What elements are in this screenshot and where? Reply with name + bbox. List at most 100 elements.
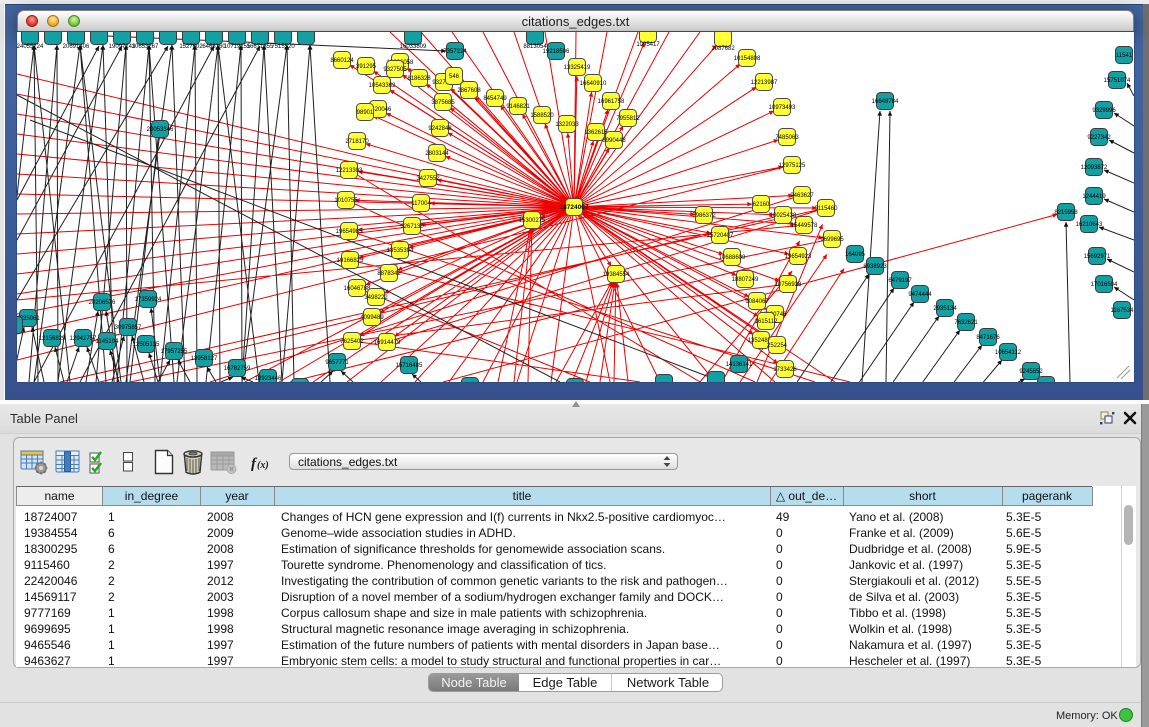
svg-text:16961758: 16961758 xyxy=(598,99,625,105)
svg-text:9657771: 9657771 xyxy=(325,360,349,366)
svg-text:9242848: 9242848 xyxy=(428,126,452,132)
svg-text:1588520: 1588520 xyxy=(530,113,554,119)
svg-text:10543362: 10543362 xyxy=(369,83,396,89)
svg-text:9084067: 9084067 xyxy=(745,299,769,305)
svg-text:10025438: 10025438 xyxy=(770,213,797,219)
svg-text:16782759: 16782759 xyxy=(224,366,251,372)
svg-text:8878342: 8878342 xyxy=(377,271,401,277)
svg-text:(x): (x) xyxy=(257,460,269,471)
svg-text:117004: 117004 xyxy=(411,201,431,207)
svg-text:1167534: 1167534 xyxy=(1111,308,1134,314)
svg-text:2935134: 2935134 xyxy=(933,306,957,312)
svg-text:7625402: 7625402 xyxy=(340,339,364,345)
svg-text:16648784: 16648784 xyxy=(872,99,899,105)
svg-text:12942757: 12942757 xyxy=(70,336,97,342)
svg-text:13325419: 13325419 xyxy=(564,65,591,71)
svg-text:10756928: 10756928 xyxy=(775,282,802,288)
svg-text:12923446: 12923446 xyxy=(255,376,282,382)
svg-text:9329996: 9329996 xyxy=(1092,108,1116,114)
svg-text:18724007: 18724007 xyxy=(560,204,589,211)
svg-text:15449578: 15449578 xyxy=(791,223,818,229)
svg-text:7515520: 7515520 xyxy=(271,44,295,50)
svg-text:11541: 11541 xyxy=(1116,53,1133,59)
svg-text:17016504: 17016504 xyxy=(1091,282,1118,288)
svg-text:6479197: 6479197 xyxy=(888,278,912,284)
svg-text:12975125: 12975125 xyxy=(779,163,806,169)
svg-text:19218506: 19218506 xyxy=(543,49,570,55)
svg-text:10154808: 10154808 xyxy=(734,56,761,62)
svg-text:16210643: 16210643 xyxy=(1076,222,1103,228)
svg-text:8454749: 8454749 xyxy=(483,96,507,102)
svg-text:16640910: 16640910 xyxy=(580,81,607,87)
svg-text:62160: 62160 xyxy=(753,202,770,208)
svg-text:2867608: 2867608 xyxy=(457,88,481,94)
svg-text:9699695: 9699695 xyxy=(820,237,844,243)
svg-text:1362615: 1362615 xyxy=(584,130,608,136)
svg-text:20206576: 20206576 xyxy=(89,300,116,306)
svg-text:2087682: 2087682 xyxy=(711,46,735,52)
svg-text:9463627: 9463627 xyxy=(790,193,814,199)
svg-text:1322033: 1322033 xyxy=(555,122,579,128)
svg-text:1733426: 1733426 xyxy=(773,367,797,373)
svg-text:3427552: 3427552 xyxy=(416,176,440,182)
svg-text:8990448: 8990448 xyxy=(602,138,626,144)
svg-text:8938923: 8938923 xyxy=(863,264,887,270)
svg-text:12505135: 12505135 xyxy=(133,342,160,348)
svg-text:4099489: 4099489 xyxy=(360,315,384,321)
svg-text:9146821: 9146821 xyxy=(506,104,530,110)
svg-text:12213303: 12213303 xyxy=(336,168,363,174)
svg-text:20053346: 20053346 xyxy=(147,127,174,133)
svg-text:10688609: 10688609 xyxy=(719,255,746,261)
svg-text:3498222: 3498222 xyxy=(364,295,388,301)
svg-text:15692971: 15692971 xyxy=(1084,254,1111,260)
svg-text:1095417: 1095417 xyxy=(636,42,660,48)
svg-text:14136141: 14136141 xyxy=(726,362,753,368)
svg-text:9227342: 9227342 xyxy=(1087,135,1111,141)
svg-text:18807249: 18807249 xyxy=(732,277,759,283)
svg-text:7986372: 7986372 xyxy=(692,213,716,219)
svg-text:7632621: 7632621 xyxy=(954,320,978,326)
svg-text:7357224: 7357224 xyxy=(443,49,467,55)
svg-text:16671355: 16671355 xyxy=(247,44,274,50)
svg-text:13535394: 13535394 xyxy=(387,248,414,254)
svg-text:2803144: 2803144 xyxy=(425,151,449,157)
svg-text:15716485: 15716485 xyxy=(396,363,423,369)
svg-text:7955812: 7955812 xyxy=(616,116,640,122)
svg-text:16046788: 16046788 xyxy=(344,286,371,292)
svg-text:10973493: 10973493 xyxy=(769,105,796,111)
svg-text:19654923: 19654923 xyxy=(785,254,812,260)
svg-text:20691406: 20691406 xyxy=(63,44,90,50)
svg-text:164095: 164095 xyxy=(845,252,866,258)
svg-text:13958127: 13958127 xyxy=(191,356,218,362)
svg-text:1145194: 1145194 xyxy=(96,339,120,345)
svg-text:17957255: 17957255 xyxy=(161,349,188,355)
svg-text:3267130: 3267130 xyxy=(400,224,424,230)
svg-text:98901: 98901 xyxy=(357,110,374,116)
svg-text:9474444: 9474444 xyxy=(908,292,932,298)
svg-text:9245652: 9245652 xyxy=(1019,369,1043,375)
svg-text:10654112: 10654112 xyxy=(995,350,1022,356)
svg-text:24055724: 24055724 xyxy=(17,44,44,50)
svg-text:8660124: 8660124 xyxy=(330,58,354,64)
svg-text:8471676: 8471676 xyxy=(976,335,1000,341)
svg-text:15300275: 15300275 xyxy=(519,218,546,224)
svg-text:1010755: 1010755 xyxy=(334,198,358,204)
svg-text:1244419: 1244419 xyxy=(1082,194,1106,200)
svg-text:16914479: 16914479 xyxy=(374,340,401,346)
svg-text:15751074: 15751074 xyxy=(1104,78,1131,84)
svg-text:8215958: 8215958 xyxy=(1054,210,1078,216)
svg-text:30975857: 30975857 xyxy=(115,325,142,331)
svg-text:1615112: 1615112 xyxy=(755,319,779,325)
svg-text:8186328: 8186328 xyxy=(407,76,431,82)
svg-text:19654985: 19654985 xyxy=(336,229,363,235)
svg-text:546: 546 xyxy=(449,74,460,80)
svg-text:3875685: 3875685 xyxy=(431,100,455,106)
svg-text:9327505: 9327505 xyxy=(383,67,407,73)
svg-text:16033809: 16033809 xyxy=(400,44,427,50)
svg-text:252254: 252254 xyxy=(767,343,788,349)
svg-text:19384554: 19384554 xyxy=(603,272,630,278)
svg-text:19166825: 19166825 xyxy=(337,258,364,264)
svg-text:17359924: 17359924 xyxy=(135,297,162,303)
svg-text:12156829: 12156829 xyxy=(39,336,66,342)
svg-text:10653267: 10653267 xyxy=(132,44,159,50)
